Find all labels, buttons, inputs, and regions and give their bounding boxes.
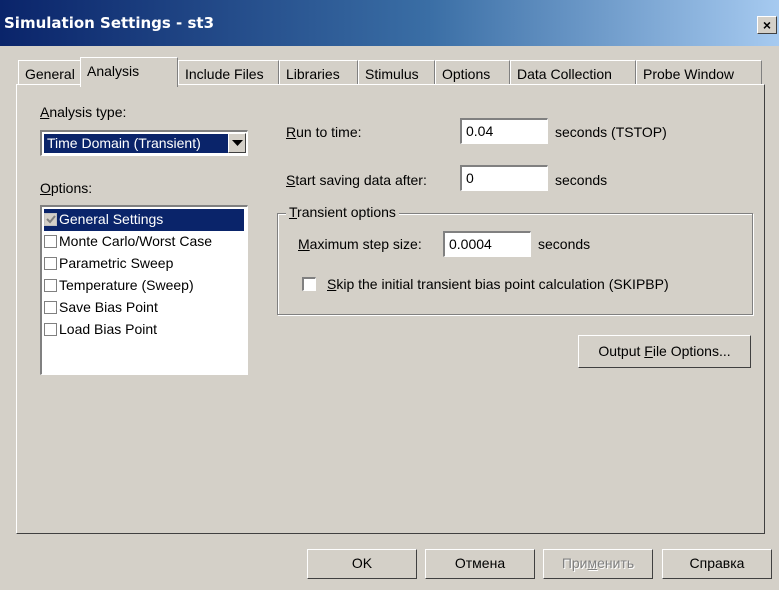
start-saving-input[interactable]: 0 (460, 165, 548, 191)
option-load-bias-point[interactable]: Load Bias Point (44, 319, 244, 341)
option-label: Load Bias Point (59, 321, 158, 337)
option-label: General Settings (59, 211, 164, 227)
cancel-button[interactable]: Отмена (425, 549, 535, 579)
tab-label: Options (442, 66, 491, 82)
option-monte-carlo[interactable]: Monte Carlo/Worst Case (44, 231, 244, 253)
tab-data-collection[interactable]: Data Collection (510, 60, 636, 85)
skip-bias-label[interactable]: Skip the initial transient bias point ca… (327, 276, 669, 292)
tab-stimulus[interactable]: Stimulus (358, 60, 435, 85)
tab-label: Libraries (286, 66, 340, 82)
option-parametric-sweep[interactable]: Parametric Sweep (44, 253, 244, 275)
checkbox-icon[interactable] (44, 235, 57, 248)
tab-analysis[interactable]: Analysis (80, 57, 178, 87)
tab-include-files[interactable]: Include Files (178, 60, 279, 85)
option-label: Monte Carlo/Worst Case (59, 233, 213, 249)
window-title: Simulation Settings - st3 (4, 14, 215, 32)
checkbox-icon[interactable] (44, 323, 57, 336)
analysis-type-label: Analysis type: (40, 104, 127, 120)
tab-label: Include Files (185, 66, 264, 82)
tab-label: Analysis (87, 63, 140, 79)
close-icon[interactable]: × (757, 16, 777, 34)
option-general-settings[interactable]: General Settings (44, 209, 244, 231)
dropdown-arrow-icon[interactable] (228, 133, 246, 153)
tab-options[interactable]: Options (435, 60, 510, 85)
max-step-unit: seconds (538, 236, 591, 252)
help-button[interactable]: Справка (662, 549, 772, 579)
tab-general[interactable]: General (18, 60, 82, 85)
transient-options-title: Transient options (286, 204, 399, 220)
option-label: Save Bias Point (59, 299, 158, 315)
apply-button[interactable]: Применить (543, 549, 653, 579)
run-to-time-label: Run to time: (286, 124, 362, 140)
ok-button[interactable]: OK (307, 549, 417, 579)
output-file-options-button[interactable]: Output File Options... (578, 335, 751, 368)
start-saving-unit: seconds (555, 172, 608, 188)
skip-bias-checkbox[interactable] (302, 277, 316, 291)
start-saving-label: Start saving data after: (286, 172, 427, 188)
tab-libraries[interactable]: Libraries (279, 60, 358, 85)
tab-label: General (25, 66, 75, 82)
checkbox-icon[interactable] (44, 257, 57, 270)
max-step-input[interactable]: 0.0004 (443, 231, 531, 257)
tab-label: Data Collection (517, 66, 612, 82)
tab-probe-window[interactable]: Probe Window (636, 60, 762, 85)
title-bar[interactable]: Simulation Settings - st3 × (0, 0, 779, 46)
checkbox-icon[interactable] (44, 279, 57, 292)
checkbox-icon[interactable] (44, 301, 57, 314)
option-label: Parametric Sweep (59, 255, 174, 271)
run-to-time-input[interactable]: 0.04 (460, 118, 548, 144)
max-step-label: Maximum step size: (298, 236, 422, 252)
options-label: Options: (40, 180, 93, 196)
option-save-bias-point[interactable]: Save Bias Point (44, 297, 244, 319)
tab-label: Probe Window (643, 66, 735, 82)
option-label: Temperature (Sweep) (59, 277, 194, 293)
simulation-settings-dialog: Simulation Settings - st3 × General Anal… (0, 0, 779, 590)
checkbox-icon[interactable] (44, 213, 57, 226)
option-temperature-sweep[interactable]: Temperature (Sweep) (44, 275, 244, 297)
transient-options-group (277, 213, 753, 315)
run-to-time-unit: seconds (TSTOP) (555, 124, 667, 140)
options-list: General Settings Monte Carlo/Worst Case … (40, 205, 248, 375)
analysis-type-select[interactable]: Time Domain (Transient) (40, 130, 248, 156)
analysis-type-value: Time Domain (Transient) (44, 134, 229, 153)
tab-label: Stimulus (365, 66, 419, 82)
